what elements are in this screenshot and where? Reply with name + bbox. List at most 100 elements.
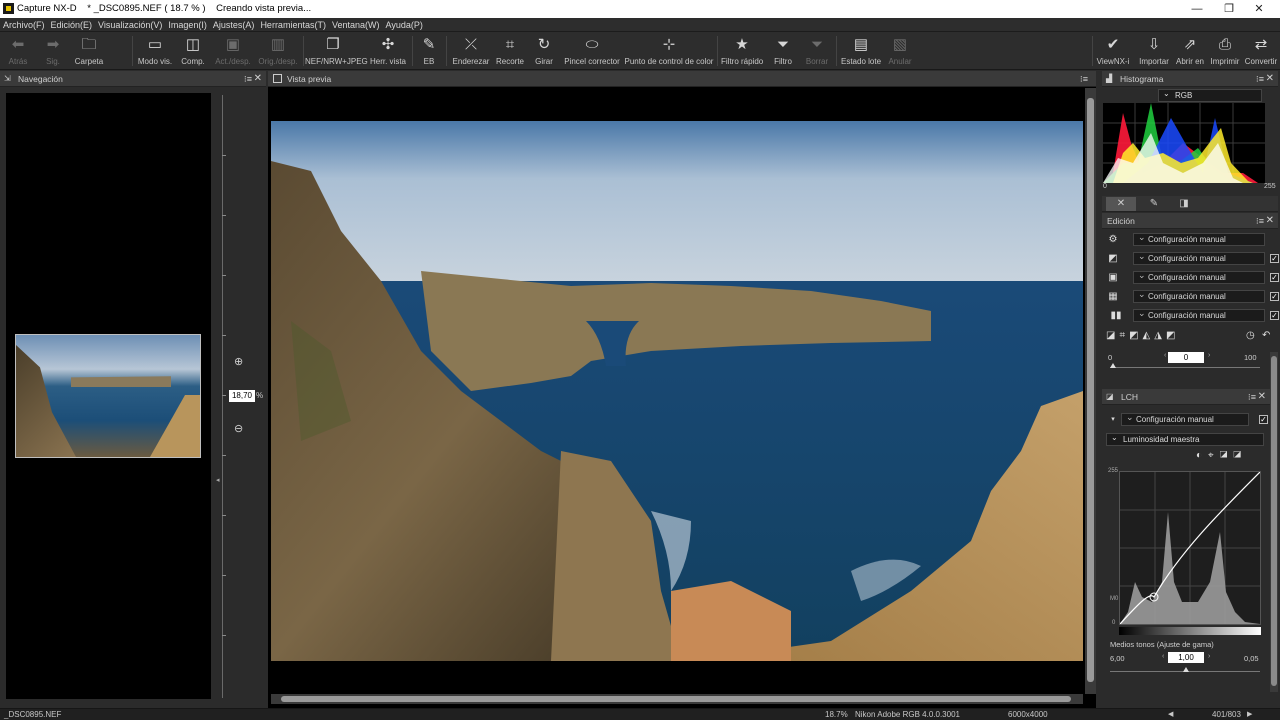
decrement-icon[interactable]: ‹ xyxy=(1162,653,1164,660)
eb-button[interactable]: ✎ EB xyxy=(418,34,440,68)
splitter-arrow-icon[interactable]: ◂ xyxy=(216,476,220,484)
panel-menu-icon[interactable]: ⁝≡ xyxy=(1080,71,1088,87)
maximize-button[interactable]: ❐ xyxy=(1214,1,1244,17)
preview-vertical-scrollbar[interactable] xyxy=(1085,88,1096,694)
menu-archivo[interactable]: Archivo(F) xyxy=(0,18,48,32)
intensity-slider[interactable]: 0 ‹ 0 › 100 xyxy=(1108,350,1264,370)
tab-edit-list[interactable]: ✎ xyxy=(1140,197,1168,211)
clear-filter-button[interactable]: ⏷ Borrar xyxy=(802,34,832,68)
zoom-out-icon[interactable]: ⊖ xyxy=(234,422,243,435)
exposure-checkbox[interactable]: ✓ xyxy=(1270,292,1279,301)
close-panel-icon[interactable]: ✕ xyxy=(254,71,262,87)
contrast-icon[interactable]: ◐ xyxy=(1196,450,1208,461)
white-point-icon[interactable]: ◪ xyxy=(1233,450,1247,461)
folder-button[interactable]: 🗀 Carpeta xyxy=(72,34,106,68)
collapse-icon[interactable]: ▾ xyxy=(1107,414,1119,425)
picture-control-checkbox[interactable]: ✓ xyxy=(1270,254,1279,263)
increment-icon[interactable]: › xyxy=(1208,352,1210,359)
black-point-icon[interactable]: ◪ xyxy=(1220,450,1234,461)
cancel-button[interactable]: ▧ Anular xyxy=(886,34,914,68)
slider-handle[interactable] xyxy=(1110,363,1116,368)
convert-button[interactable]: ⇄ Convertir xyxy=(1244,34,1278,68)
straighten-button[interactable]: ⤫ Enderezar xyxy=(451,34,491,68)
scroll-thumb[interactable] xyxy=(1087,98,1094,682)
close-panel-icon[interactable]: ✕ xyxy=(1266,71,1274,87)
menu-herramientas[interactable]: Herramientas(T) xyxy=(257,18,329,32)
panel-menu-icon[interactable]: ⁝≡ xyxy=(1248,389,1256,405)
previous-image-icon[interactable]: ◀ xyxy=(1168,710,1173,718)
lch-preset-select[interactable]: Configuración manual xyxy=(1121,412,1249,426)
undo-icon[interactable]: ↶ xyxy=(1262,330,1274,341)
close-panel-icon[interactable]: ✕ xyxy=(1266,213,1274,229)
menu-edicion[interactable]: Edición(E) xyxy=(48,18,96,32)
import-button[interactable]: ⇩ Importar xyxy=(1139,34,1169,68)
preview-horizontal-scrollbar[interactable] xyxy=(271,694,1083,704)
panel-menu-icon[interactable]: ⁝≡ xyxy=(1256,213,1264,229)
compare-button[interactable]: ◫ Comp. xyxy=(178,34,208,68)
quick-filter-button[interactable]: ★ Filtro rápido xyxy=(721,34,763,68)
gamma-slider[interactable]: 6,00 ‹ 1,00 › 0,05 xyxy=(1108,651,1264,677)
navigation-thumbnail[interactable] xyxy=(15,334,201,458)
close-panel-icon[interactable]: ✕ xyxy=(1258,389,1266,405)
view-tools-button[interactable]: ✣ Herr. vista xyxy=(368,34,408,68)
panel-menu-icon[interactable]: ⁝≡ xyxy=(244,71,252,87)
zoom-input[interactable]: 18,70 xyxy=(229,390,255,402)
curves-tool-icon[interactable]: ◪ xyxy=(1106,330,1119,341)
settings-preset-select[interactable]: Configuración manual xyxy=(1133,232,1265,246)
chevron-down-icon: ⌄ xyxy=(1163,89,1170,98)
batch-status-button[interactable]: ▤ Estado lote xyxy=(840,34,882,68)
menu-ayuda[interactable]: Ayuda(P) xyxy=(382,18,425,32)
preview-image[interactable] xyxy=(271,121,1083,661)
panel-menu-icon[interactable]: ⁝≡ xyxy=(1256,71,1264,87)
history-icon[interactable]: ◷ xyxy=(1246,330,1259,341)
filter-button[interactable]: ⏷ Filtro xyxy=(769,34,797,68)
style-checkbox[interactable]: ✓ xyxy=(1270,311,1279,320)
luminosity-curve-editor[interactable] xyxy=(1119,471,1261,625)
menu-ajustes[interactable]: Ajustes(A) xyxy=(210,18,258,32)
gamma-input[interactable]: 1,00 xyxy=(1168,652,1204,663)
gamma-handle[interactable] xyxy=(1183,667,1189,672)
viewnx-button[interactable]: ✔ ViewNX-i xyxy=(1096,34,1130,68)
orig-desp-button[interactable]: ▥ Orig./desp. xyxy=(256,34,300,68)
lch-channel-select[interactable]: ⌄ Luminosidad maestra xyxy=(1106,433,1264,446)
levels-tool-icon[interactable]: ◩ xyxy=(1129,330,1142,341)
right-panel-scrollbar[interactable] xyxy=(1270,352,1278,692)
minimize-button[interactable]: — xyxy=(1182,1,1212,17)
view-mode-button[interactable]: ▭ Modo vis. xyxy=(136,34,174,68)
open-with-button[interactable]: ⇗ Abrir en xyxy=(1175,34,1205,68)
white-balance-select[interactable]: Configuración manual xyxy=(1133,270,1265,284)
tab-info[interactable]: ◨ xyxy=(1170,197,1198,211)
scroll-thumb[interactable] xyxy=(281,696,1071,702)
act-desp-button[interactable]: ▣ Act./desp. xyxy=(212,34,254,68)
menu-visualizacion[interactable]: Visualización(V) xyxy=(95,18,165,32)
color-control-point-button[interactable]: ⊹ Punto de control de color xyxy=(624,34,714,68)
nef-jpeg-button[interactable]: ❐ NEF/NRW+JPEG xyxy=(305,34,368,68)
close-button[interactable]: ✕ xyxy=(1244,1,1274,17)
histogram-channel-select[interactable]: ⌄ RGB xyxy=(1158,89,1262,102)
tab-adjust-tools[interactable]: ✕ xyxy=(1106,197,1136,211)
edit-row-picture-control: ◩ Configuración manual ✓ xyxy=(1103,250,1279,268)
crop-tool-icon[interactable]: ⌗ xyxy=(1119,330,1129,341)
add-point-icon[interactable]: ⌖ xyxy=(1208,450,1220,461)
menu-imagen[interactable]: Imagen(I) xyxy=(165,18,210,32)
white-balance-checkbox[interactable]: ✓ xyxy=(1270,273,1279,282)
tone-tool-icon[interactable]: ◮ xyxy=(1154,330,1166,341)
zoom-in-icon[interactable]: ⊕ xyxy=(234,355,243,368)
increment-icon[interactable]: › xyxy=(1208,653,1210,660)
crop-button[interactable]: ⌗ Recorte xyxy=(494,34,526,68)
exposure-select[interactable]: Configuración manual xyxy=(1133,289,1265,303)
lch-tool-icon[interactable]: ◭ xyxy=(1143,330,1155,341)
menu-ventana[interactable]: Ventana(W) xyxy=(329,18,383,32)
print-button[interactable]: ⎙ Imprimir xyxy=(1210,34,1240,68)
rotate-button[interactable]: ↻ Girar xyxy=(530,34,558,68)
lch-enable-checkbox[interactable]: ✓ xyxy=(1259,415,1268,424)
retouch-brush-button[interactable]: ⬭ Pincel corrector xyxy=(562,34,622,68)
style-select[interactable]: Configuración manual xyxy=(1133,308,1265,322)
picture-control-select[interactable]: Configuración manual xyxy=(1133,251,1265,265)
next-image-icon[interactable]: ▶ xyxy=(1247,710,1252,718)
intensity-input[interactable]: 0 xyxy=(1168,352,1204,363)
color-tool-icon[interactable]: ◩ xyxy=(1166,330,1179,341)
decrement-icon[interactable]: ‹ xyxy=(1164,352,1166,359)
back-button[interactable]: ⬅ Atrás xyxy=(4,34,32,68)
forward-button[interactable]: ➡ Sig. xyxy=(38,34,68,68)
